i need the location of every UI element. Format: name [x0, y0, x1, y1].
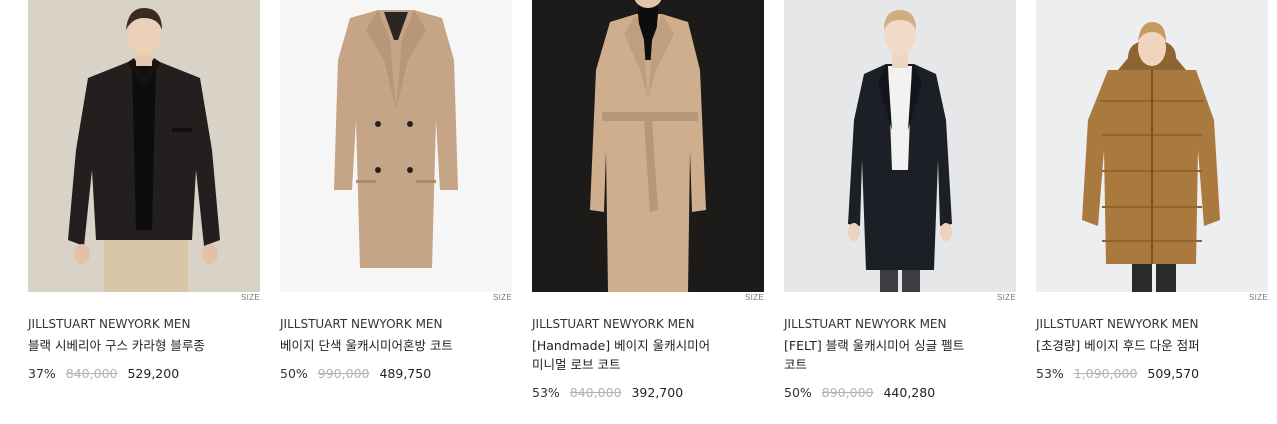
original-price: 840,000 — [65, 366, 118, 381]
sale-price: 529,200 — [127, 366, 180, 381]
price-row: 53% 1,090,000 509,570 — [1036, 366, 1268, 382]
discount-rate: 50% — [784, 385, 812, 400]
product-card[interactable]: SIZE JILLSTUART NEWYORK MEN [초경량] 베이지 후드… — [1036, 0, 1268, 381]
product-name-line: 코트 — [784, 357, 808, 372]
brand-name: JILLSTUART NEWYORK MEN — [784, 317, 947, 331]
original-price: 990,000 — [317, 366, 370, 381]
size-button[interactable]: SIZE — [241, 293, 260, 303]
size-button[interactable]: SIZE — [1249, 293, 1268, 303]
product-card[interactable]: SIZE JILLSTUART NEWYORK MEN [FELT] 블랙 울캐… — [784, 0, 1016, 400]
coat-photo-icon — [280, 0, 512, 292]
size-button[interactable]: SIZE — [745, 293, 764, 303]
sale-price: 392,700 — [631, 385, 684, 400]
jacket-photo-icon — [28, 0, 260, 292]
sale-price: 489,750 — [379, 366, 432, 381]
product-name-line: [Handmade] 베이지 울캐시미어 — [532, 338, 711, 353]
product-name-line: 미니멀 로브 코트 — [532, 357, 621, 372]
size-button[interactable]: SIZE — [997, 293, 1016, 303]
robe-coat-photo-icon — [532, 0, 764, 292]
size-button[interactable]: SIZE — [493, 293, 512, 303]
discount-rate: 50% — [280, 366, 308, 381]
brand-name: JILLSTUART NEWYORK MEN — [280, 317, 443, 331]
discount-rate: 53% — [532, 385, 560, 400]
black-coat-photo-icon — [784, 0, 1016, 292]
price-row: 50% 890,000 440,280 — [784, 385, 1016, 401]
sale-price: 440,280 — [883, 385, 936, 400]
original-price: 1,090,000 — [1073, 366, 1138, 381]
product-image-link[interactable] — [784, 0, 1016, 292]
original-price: 890,000 — [821, 385, 874, 400]
product-image-link[interactable] — [280, 0, 512, 292]
product-name-link[interactable]: 베이지 단색 울캐시미어혼방 코트 — [280, 336, 512, 355]
product-card[interactable]: SIZE JILLSTUART NEWYORK MEN 베이지 단색 울캐시미어… — [280, 0, 512, 381]
original-price: 840,000 — [569, 385, 622, 400]
product-grid: SIZE JILLSTUART NEWYORK MEN 블랙 시베리아 구스 카… — [0, 0, 1277, 424]
product-card[interactable]: SIZE JILLSTUART NEWYORK MEN 블랙 시베리아 구스 카… — [28, 0, 260, 381]
brand-name: JILLSTUART NEWYORK MEN — [1036, 317, 1199, 331]
product-card[interactable]: SIZE JILLSTUART NEWYORK MEN [Handmade] 베… — [532, 0, 764, 400]
discount-rate: 53% — [1036, 366, 1064, 381]
price-row: 50% 990,000 489,750 — [280, 366, 512, 382]
product-name-link[interactable]: [Handmade] 베이지 울캐시미어 미니멀 로브 코트 — [532, 336, 764, 374]
discount-rate: 37% — [28, 366, 56, 381]
product-name-link[interactable]: [초경량] 베이지 후드 다운 점퍼 — [1036, 336, 1268, 355]
product-image-link[interactable] — [28, 0, 260, 292]
product-name-line: [초경량] 베이지 후드 다운 점퍼 — [1036, 338, 1200, 353]
product-name-line: 블랙 시베리아 구스 카라형 블루종 — [28, 338, 205, 353]
product-name-line: 베이지 단색 울캐시미어혼방 코트 — [280, 338, 453, 353]
brand-name: JILLSTUART NEWYORK MEN — [28, 317, 191, 331]
down-jacket-photo-icon — [1036, 0, 1268, 292]
product-image-link[interactable] — [1036, 0, 1268, 292]
brand-name: JILLSTUART NEWYORK MEN — [532, 317, 695, 331]
price-row: 53% 840,000 392,700 — [532, 385, 764, 401]
price-row: 37% 840,000 529,200 — [28, 366, 260, 382]
product-image-link[interactable] — [532, 0, 764, 292]
product-name-link[interactable]: 블랙 시베리아 구스 카라형 블루종 — [28, 336, 260, 355]
product-name-line: [FELT] 블랙 울캐시미어 싱글 펠트 — [784, 338, 965, 353]
product-name-link[interactable]: [FELT] 블랙 울캐시미어 싱글 펠트 코트 — [784, 336, 1016, 374]
sale-price: 509,570 — [1147, 366, 1200, 381]
